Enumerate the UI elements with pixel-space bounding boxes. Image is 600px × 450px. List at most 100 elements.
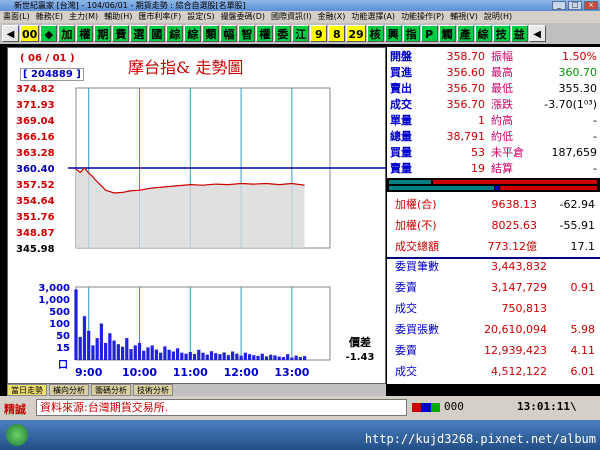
menu-item[interactable]: 設定(S)	[187, 11, 214, 23]
toolbar-button[interactable]: 江	[292, 25, 310, 42]
order-row: 委買筆數 3,443,832	[387, 257, 600, 277]
volume-bar	[159, 352, 163, 360]
status-bar: 精誠 資料來源:台灣期貨交易所. 000 13:01:11\	[0, 396, 600, 420]
toolbar-button[interactable]: 幅	[220, 25, 238, 42]
menu-item[interactable]: 匯市利率(F)	[138, 11, 181, 23]
toolbar-button[interactable]: ◆	[40, 25, 58, 42]
price-tick-label: 345.98	[16, 244, 55, 255]
price-tick-label: 357.52	[16, 180, 55, 191]
volume-unit-label: 口	[58, 360, 68, 371]
toolbar-button[interactable]: 指	[402, 25, 420, 42]
volume-bar	[260, 353, 264, 360]
toolbar-button[interactable]: 權	[256, 25, 274, 42]
toolbar-button[interactable]: 類	[202, 25, 220, 42]
toolbar-button[interactable]: P	[420, 25, 438, 42]
x-tick-label: 10:00	[122, 366, 157, 379]
chart-title: 摩台指& 走勢圖	[128, 58, 244, 77]
toolbar-button[interactable]: 選	[130, 25, 148, 42]
x-tick-label: 12:00	[224, 366, 259, 379]
start-button-icon[interactable]	[6, 424, 28, 446]
volume-bar	[222, 352, 226, 360]
volume-bar	[108, 333, 112, 360]
toolbar-button[interactable]: ◀	[528, 25, 546, 42]
index-label: 加權(合)	[395, 198, 437, 211]
index-change: -62.94	[559, 198, 595, 211]
menu-item[interactable]: 主力(M)	[69, 11, 98, 23]
toolbar-button[interactable]: ◀	[2, 25, 19, 42]
quote-label: 單量	[390, 114, 412, 127]
volume-bar	[269, 354, 273, 360]
volume-bar	[180, 352, 184, 360]
volume-bar	[150, 345, 154, 360]
quote-label: 賣出	[390, 82, 412, 95]
volume-bar	[209, 351, 214, 360]
toolbar-button[interactable]: 00	[20, 25, 40, 42]
quote-value: -	[593, 114, 597, 127]
toolbar-button[interactable]: 加	[58, 25, 76, 42]
volume-bar	[264, 356, 269, 360]
price-tick-label: 363.28	[16, 148, 55, 159]
tab-4[interactable]: 技術分析	[133, 384, 173, 396]
toolbar-button[interactable]: 9	[310, 25, 328, 42]
menu-item[interactable]: 功能操作(P)	[401, 11, 444, 23]
menu-item[interactable]: 金融(X)	[318, 11, 346, 23]
price-tick-label: 354.64	[16, 196, 55, 207]
minimize-button[interactable]: _	[552, 1, 566, 10]
toolbar-button[interactable]: 8	[328, 25, 346, 42]
menu-item[interactable]: 說明(H)	[484, 11, 512, 23]
menu-item[interactable]: 撮盤委碼(D)	[221, 11, 265, 23]
maximize-button[interactable]: □	[568, 1, 582, 10]
menu-item[interactable]: 雜務(E)	[36, 11, 63, 23]
menu-item[interactable]: 畫面(L)	[3, 11, 30, 23]
toolbar-button[interactable]: 權	[76, 25, 94, 42]
toolbar-button[interactable]: 產	[456, 25, 474, 42]
toolbar-button[interactable]: 觸	[438, 25, 456, 42]
toolbar-button[interactable]: 智	[238, 25, 256, 42]
toolbar-button[interactable]: 國	[148, 25, 166, 42]
tab-2[interactable]: 橫向分析	[49, 384, 89, 396]
menu-item[interactable]: 輔助(H)	[104, 11, 132, 23]
quote-row: 成交 356.70 漲跌 -3.70(1⁰³)	[387, 97, 600, 113]
toolbar-button[interactable]: 29	[346, 25, 366, 42]
volume-bar	[146, 347, 150, 360]
toolbar-button[interactable]: 綜	[166, 25, 184, 42]
volume-bar	[74, 289, 78, 360]
order-change: 5.98	[570, 323, 596, 336]
menu-item[interactable]: 輔視(V)	[450, 11, 478, 23]
order-row: 成交 750,813	[387, 299, 600, 319]
quote-value: -3.70(1⁰³)	[544, 98, 597, 111]
toolbar-button[interactable]: 興	[384, 25, 402, 42]
toolbar-button[interactable]: 費	[112, 25, 130, 42]
toolbar-button[interactable]: 綜	[184, 25, 202, 42]
order-value: 4,512,122	[491, 365, 547, 378]
status-clock: 13:01:11\	[517, 400, 577, 413]
toolbar-button[interactable]: 技	[492, 25, 510, 42]
status-volume: 000	[444, 400, 464, 413]
volume-bar	[286, 354, 290, 360]
window-title: 新世紀贏家 [台灣] - 104/06/01 - 期貨走勢 : 綜合自選股[名單…	[14, 1, 246, 10]
volume-bar	[188, 351, 192, 360]
order-value: 750,813	[501, 302, 548, 315]
toolbar-button[interactable]: 委	[274, 25, 292, 42]
chart-panel: 374.82 371.93 369.04 366.16 363.28 360.40 357.…	[7, 47, 387, 384]
volume-bar	[116, 344, 120, 360]
quote-value: 356.60	[446, 66, 486, 79]
toolbar-button[interactable]: 期	[94, 25, 112, 42]
price-tick-label: 351.76	[16, 212, 55, 223]
toolbar-button[interactable]: 綜	[474, 25, 492, 42]
toolbar-button[interactable]: 核	[366, 25, 384, 42]
close-button[interactable]: ×	[584, 1, 598, 10]
volume-bar	[298, 357, 302, 360]
menu-item[interactable]: 國際資訊(I)	[271, 11, 312, 23]
tab-3[interactable]: 籌碼分析	[91, 384, 131, 396]
toolbar-button[interactable]: 益	[510, 25, 528, 42]
volume-bar	[154, 349, 159, 360]
tab-1[interactable]: 當日走勢	[7, 384, 47, 396]
quote-value: -	[593, 130, 597, 143]
volume-bar	[163, 346, 167, 360]
menu-item[interactable]: 功能選擇(A)	[351, 11, 395, 23]
quote-label: 約低	[491, 130, 513, 143]
quote-value: 187,659	[551, 146, 598, 159]
price-diff-value: -1.43	[346, 352, 375, 363]
price-tick-label: 371.93	[16, 100, 55, 111]
